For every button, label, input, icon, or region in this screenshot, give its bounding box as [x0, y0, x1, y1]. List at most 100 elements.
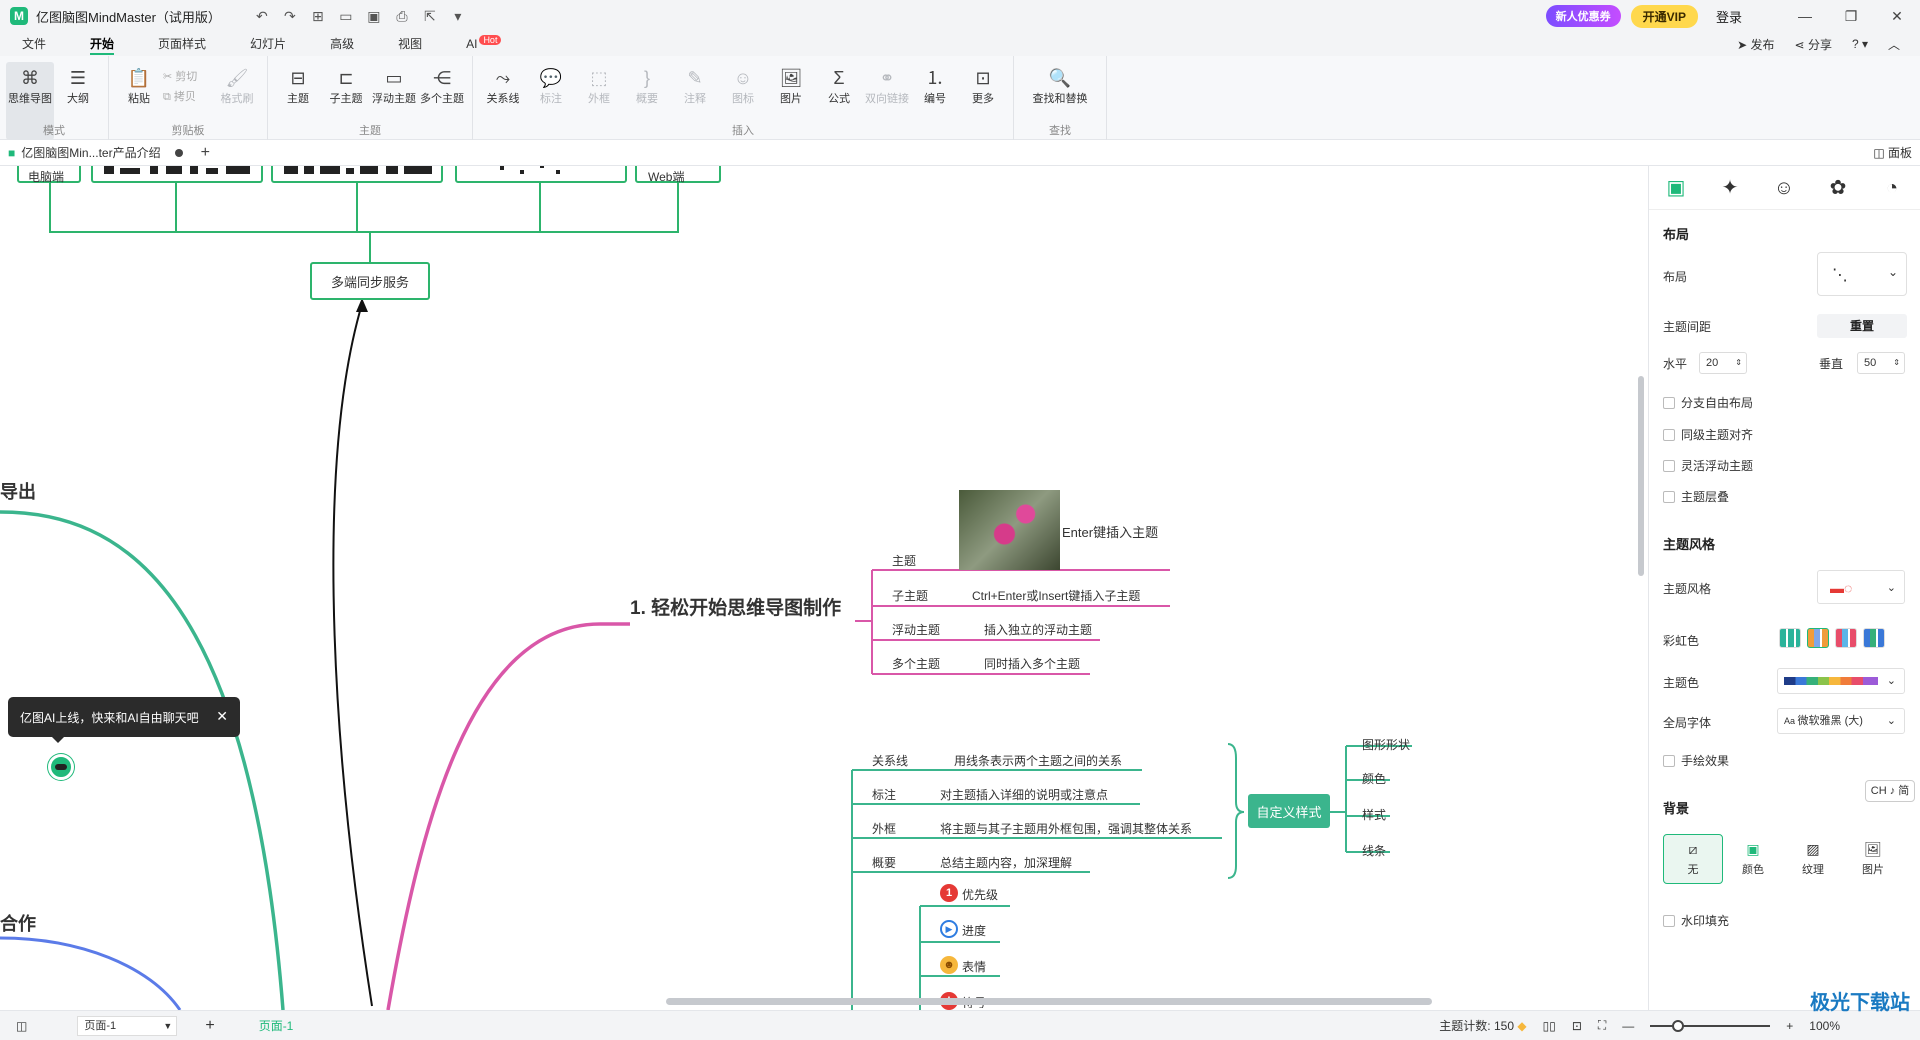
- sidebar-toggle-icon[interactable]: ◫: [16, 1019, 27, 1033]
- help-icon[interactable]: ? ▾: [1852, 37, 1868, 51]
- zoom-slider-knob[interactable]: [1672, 1019, 1685, 1032]
- horizontal-scrollbar[interactable]: [666, 998, 1432, 1005]
- collapse-ribbon-icon[interactable]: ︿: [1888, 36, 1900, 53]
- summary-row-label[interactable]: 概要: [872, 854, 896, 871]
- login-button[interactable]: 登录: [1716, 7, 1742, 26]
- copy-button[interactable]: ⧉ 拷贝: [163, 88, 213, 104]
- checkbox[interactable]: [1663, 396, 1675, 409]
- theme-style-select[interactable]: ▬◌ ⌄: [1817, 570, 1905, 604]
- partial-topic-export[interactable]: 导出: [0, 478, 36, 504]
- add-tab-icon[interactable]: +: [201, 144, 210, 162]
- horizontal-spacing-input[interactable]: 20 ⇕: [1699, 352, 1747, 374]
- reset-button[interactable]: 重置: [1817, 314, 1907, 338]
- menu-slides[interactable]: 幻灯片: [228, 32, 308, 56]
- custom-item-color[interactable]: 颜色: [1362, 770, 1386, 787]
- boundary-row-desc[interactable]: 将主题与其子主题用外框包围，强调其整体关系: [940, 820, 1192, 837]
- zoom-in-icon[interactable]: +: [1786, 1019, 1793, 1033]
- row-subtopic-desc[interactable]: Ctrl+Enter或Insert键插入子主题: [972, 587, 1140, 604]
- vip-button[interactable]: 开通VIP: [1630, 4, 1698, 28]
- fullscreen-icon[interactable]: ⛶: [1598, 1018, 1606, 1033]
- rainbow-swatch-3[interactable]: [1835, 628, 1857, 648]
- progress-icon[interactable]: ▶: [940, 920, 958, 938]
- ai-toast-close-icon[interactable]: ✕: [216, 708, 228, 725]
- web-label[interactable]: Web端: [648, 168, 684, 185]
- document-tab[interactable]: ■ 亿图脑图Min...ter产品介绍: [0, 140, 195, 166]
- vertical-spacing-input[interactable]: 50 ⇕: [1857, 352, 1905, 374]
- summary-row-desc[interactable]: 总结主题内容，加深理解: [940, 854, 1072, 871]
- customize-icon[interactable]: ▾: [447, 8, 469, 25]
- save-icon[interactable]: ▣: [363, 8, 385, 25]
- check-hand-drawn[interactable]: 手绘效果: [1663, 752, 1729, 769]
- image-caption[interactable]: Enter键插入主题: [1062, 522, 1158, 541]
- marker-priority-label[interactable]: 优先级: [962, 886, 998, 903]
- rainbow-swatch-4[interactable]: [1863, 628, 1885, 648]
- flower-image[interactable]: [959, 490, 1060, 570]
- check-align-siblings[interactable]: 同级主题对齐: [1663, 426, 1753, 443]
- custom-style-topic[interactable]: 自定义样式: [1248, 794, 1330, 828]
- marker-progress-label[interactable]: 进度: [962, 922, 986, 939]
- ime-indicator[interactable]: CH ♪ 简: [1865, 780, 1915, 802]
- menu-advanced[interactable]: 高级: [308, 32, 376, 56]
- panel-tab-marker-icon[interactable]: ☺: [1757, 166, 1811, 210]
- export-icon[interactable]: ⇱: [419, 8, 441, 25]
- global-font-select[interactable]: Aa 微软雅黑 (大) ⌄: [1777, 708, 1905, 734]
- checkbox[interactable]: [1663, 914, 1675, 927]
- bg-none-option[interactable]: ⧄ 无: [1663, 834, 1723, 884]
- minimize-icon[interactable]: —: [1782, 8, 1828, 24]
- zoom-out-icon[interactable]: —: [1622, 1019, 1634, 1033]
- fit-page-icon[interactable]: ⊡: [1572, 1019, 1582, 1033]
- unsaved-dot-icon[interactable]: [174, 148, 183, 157]
- checkbox[interactable]: [1663, 490, 1675, 503]
- menu-home[interactable]: 开始: [68, 32, 136, 56]
- custom-item-line[interactable]: 线条: [1362, 842, 1386, 859]
- relation-row-desc[interactable]: 用线条表示两个主题之间的关系: [954, 752, 1122, 769]
- promo-badge[interactable]: 新人优惠券: [1545, 5, 1621, 27]
- page-tab[interactable]: 页面-1: [259, 1017, 294, 1034]
- callout-row-label[interactable]: 标注: [872, 786, 896, 803]
- panel-tab-history-icon[interactable]: ◔: [1865, 166, 1919, 210]
- panel-tab-layout-icon[interactable]: ▣: [1649, 166, 1703, 210]
- layout-select[interactable]: ⋱ ⌄: [1817, 252, 1907, 296]
- emoji-icon[interactable]: ☻: [940, 956, 958, 974]
- checkbox[interactable]: [1663, 754, 1675, 767]
- new-file-icon[interactable]: ⊞: [307, 8, 329, 25]
- custom-item-shape[interactable]: 图形形状: [1362, 736, 1410, 753]
- add-page-icon[interactable]: +: [205, 1017, 214, 1035]
- close-icon[interactable]: ✕: [1874, 8, 1920, 25]
- row-floating-label[interactable]: 浮动主题: [892, 621, 940, 638]
- theme-color-select[interactable]: ⌄: [1777, 668, 1905, 694]
- checkbox[interactable]: [1663, 428, 1675, 441]
- menu-file[interactable]: 文件: [0, 32, 68, 56]
- panel-tab-ai-sparkle-icon[interactable]: ✦: [1703, 166, 1757, 210]
- print-icon[interactable]: ⎙: [391, 8, 413, 25]
- publish-button[interactable]: ➤ 发布: [1737, 36, 1774, 53]
- panel-toggle-button[interactable]: ◫ 面板: [1873, 144, 1912, 161]
- bg-texture-option[interactable]: ▨ 纹理: [1783, 834, 1843, 884]
- panel-tab-clipart-icon[interactable]: ✿: [1811, 166, 1865, 210]
- rainbow-swatch-2[interactable]: [1807, 628, 1829, 648]
- page-select[interactable]: 页面-1 ▼: [77, 1015, 178, 1036]
- menu-page-style[interactable]: 页面样式: [136, 32, 228, 56]
- pc-label[interactable]: 电脑端: [28, 168, 64, 185]
- open-folder-icon[interactable]: ▭: [335, 8, 357, 25]
- row-floating-desc[interactable]: 插入独立的浮动主题: [984, 621, 1092, 638]
- custom-item-style[interactable]: 样式: [1362, 806, 1386, 823]
- sync-service-topic[interactable]: 多端同步服务: [310, 262, 430, 300]
- share-button[interactable]: ⋖ 分享: [1795, 36, 1832, 53]
- main-topic[interactable]: 1. 轻松开始思维导图制作: [630, 593, 841, 620]
- book-view-icon[interactable]: ▯▯: [1543, 1019, 1556, 1033]
- row-subtopic-label[interactable]: 子主题: [892, 587, 928, 604]
- checkbox[interactable]: [1663, 459, 1675, 472]
- bg-image-option[interactable]: 🖼 图片: [1843, 834, 1903, 884]
- ai-assistant-icon[interactable]: [48, 754, 74, 780]
- partial-topic-cooperate[interactable]: 合作: [0, 910, 36, 936]
- menu-view[interactable]: 视图: [376, 32, 444, 56]
- vertical-scrollbar[interactable]: [1638, 376, 1644, 576]
- callout-row-desc[interactable]: 对主题插入详细的说明或注意点: [940, 786, 1108, 803]
- check-watermark-fill[interactable]: 水印填充: [1663, 912, 1729, 929]
- stepper-icon[interactable]: ⇕: [1735, 353, 1742, 373]
- marker-emoji-label[interactable]: 表情: [962, 958, 986, 975]
- row-multi-desc[interactable]: 同时插入多个主题: [984, 655, 1080, 672]
- cut-button[interactable]: ✂ 剪切: [163, 68, 213, 84]
- check-topic-overlap[interactable]: 主题层叠: [1663, 488, 1729, 505]
